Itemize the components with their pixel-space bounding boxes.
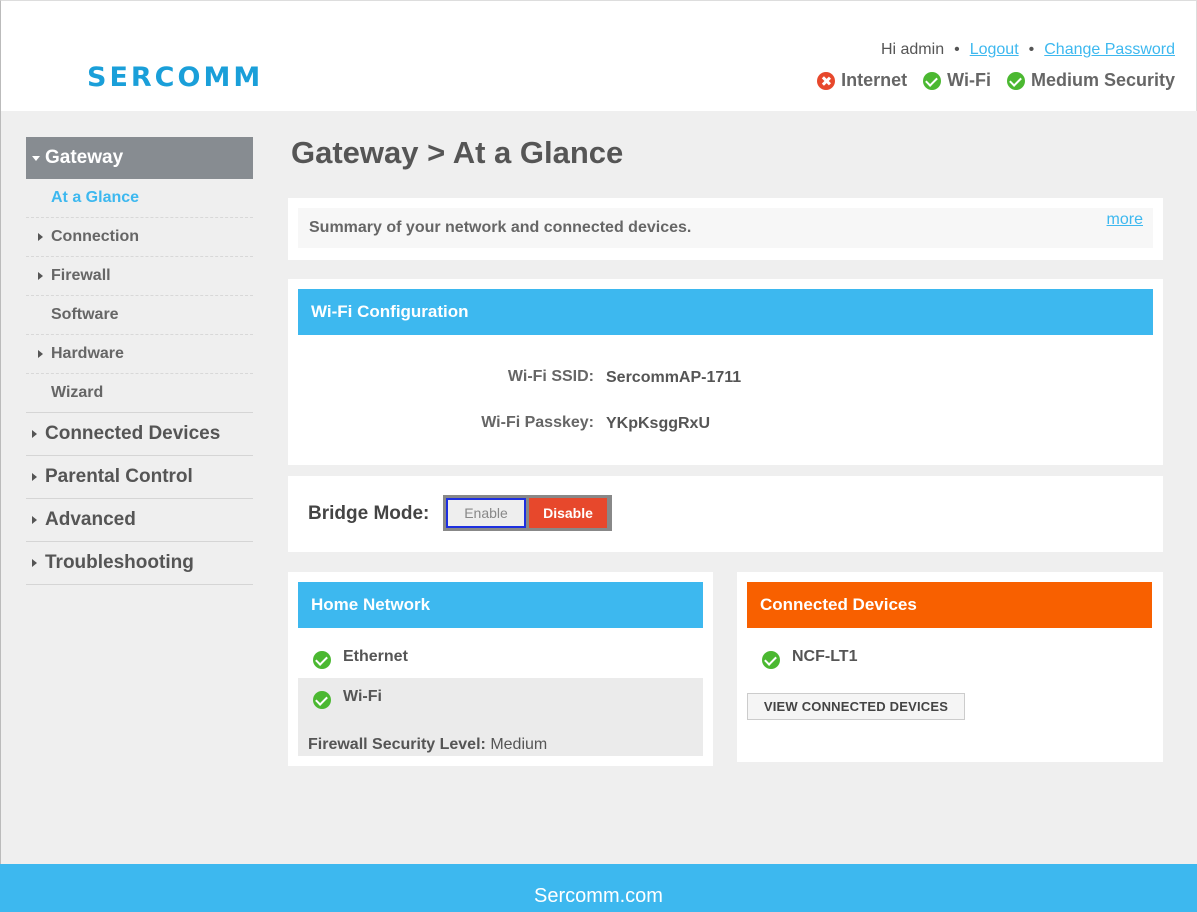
status-security-label: Medium Security <box>1030 70 1175 90</box>
caret-right-icon <box>32 430 37 438</box>
sidebar-subitem-firewall[interactable]: Firewall <box>26 257 253 296</box>
check-icon <box>1006 71 1025 90</box>
sidebar-item-label: Connected Devices <box>45 423 221 444</box>
sidebar-subitem-label: Firewall <box>51 267 111 284</box>
enable-button[interactable]: Enable <box>446 498 526 528</box>
sidebar-subitem-label: Software <box>51 306 119 323</box>
wifi-passkey-label: Wi-Fi Passkey: <box>481 414 594 431</box>
sidebar: Gateway At a Glance Connection Firewall … <box>26 137 253 585</box>
page-title: Gateway > At a Glance <box>291 135 624 170</box>
disable-button[interactable]: Disable <box>529 498 607 528</box>
caret-right-icon <box>32 559 37 567</box>
sidebar-subitem-hardware[interactable]: Hardware <box>26 335 253 374</box>
sidebar-item-label: Advanced <box>45 509 136 530</box>
device-name: NCF-LT1 <box>792 648 858 665</box>
summary-panel: Summary of your network and connected de… <box>298 208 1153 248</box>
page-border <box>0 111 1 864</box>
view-connected-devices-button[interactable]: VIEW CONNECTED DEVICES <box>747 693 965 720</box>
wifi-config-header: Wi-Fi Configuration <box>298 289 1153 335</box>
status-wifi: Wi-Fi <box>923 70 991 91</box>
check-icon <box>313 651 331 669</box>
separator: • <box>954 41 960 58</box>
wifi-ssid-label: Wi-Fi SSID: <box>507 368 594 385</box>
sidebar-subitem-connection[interactable]: Connection <box>26 218 253 257</box>
wifi-config-card: Wi-Fi Configuration Wi-Fi SSID: SercommA… <box>288 279 1163 465</box>
sidebar-subitem-label: Hardware <box>51 345 124 362</box>
caret-right-icon <box>38 272 43 280</box>
caret-right-icon <box>38 233 43 241</box>
caret-right-icon <box>32 473 37 481</box>
sidebar-item-advanced[interactable]: Advanced <box>26 499 253 542</box>
status-security: Medium Security <box>1006 70 1175 91</box>
status-wifi-label: Wi-Fi <box>947 70 991 90</box>
more-link[interactable]: more <box>1107 211 1143 229</box>
sidebar-subitem-at-a-glance[interactable]: At a Glance <box>26 179 253 218</box>
firewall-level-label: Firewall Security Level: <box>308 736 486 753</box>
sidebar-item-label: Troubleshooting <box>45 552 194 573</box>
sidebar-subitem-label: Connection <box>51 228 139 245</box>
connected-devices-card: Connected Devices NCF-LT1 VIEW CONNECTED… <box>737 572 1163 762</box>
user-row: Hi admin • Logout • Change Password <box>881 41 1175 59</box>
bridge-mode-toggle: Enable Disable <box>443 495 612 531</box>
bridge-mode-label: Bridge Mode: <box>308 503 430 524</box>
sidebar-item-connected-devices[interactable]: Connected Devices <box>26 413 253 456</box>
footer: Sercomm.com <box>0 864 1197 912</box>
status-row: Internet Wi-Fi Medium Security <box>817 70 1175 91</box>
status-internet-label: Internet <box>841 70 908 90</box>
sidebar-subitem-label: At a Glance <box>51 189 140 206</box>
home-network-card: Home Network Ethernet Wi-Fi Firewall Sec… <box>288 572 713 766</box>
logout-link[interactable]: Logout <box>970 41 1019 59</box>
wifi-ssid-value: SercommAP-1711 <box>606 369 742 386</box>
error-icon <box>817 71 836 90</box>
greeting: Hi admin <box>880 41 945 58</box>
sercomm-logo[interactable]: SERCOMM <box>87 64 263 91</box>
summary-text: Summary of your network and connected de… <box>309 219 692 236</box>
caret-down-icon <box>32 155 40 161</box>
footer-link[interactable]: Sercomm.com <box>534 885 663 907</box>
connected-devices-header: Connected Devices <box>747 582 1152 628</box>
caret-right-icon <box>38 350 43 358</box>
firewall-level-value: Medium <box>490 736 548 753</box>
bridge-mode-card: Bridge Mode: Enable Disable <box>288 476 1163 552</box>
status-internet: Internet <box>817 70 907 91</box>
sidebar-item-label: Parental Control <box>45 466 193 487</box>
header: SERCOMM Hi admin • Logout • Change Passw… <box>0 0 1197 111</box>
ethernet-label: Ethernet <box>343 648 408 665</box>
sidebar-item-gateway[interactable]: Gateway <box>26 137 253 179</box>
check-icon <box>923 71 942 90</box>
sidebar-subitem-software[interactable]: Software <box>26 296 253 335</box>
change-password-link[interactable]: Change Password <box>1044 41 1175 59</box>
sidebar-item-troubleshooting[interactable]: Troubleshooting <box>26 542 253 585</box>
caret-right-icon <box>32 516 37 524</box>
separator: • <box>1028 41 1035 58</box>
sidebar-subitem-label: Wizard <box>51 384 104 401</box>
logo-text: SERCOMM <box>87 62 264 93</box>
sidebar-subitem-wizard[interactable]: Wizard <box>26 374 253 413</box>
sidebar-item-label: Gateway <box>45 147 124 168</box>
sidebar-item-parental-control[interactable]: Parental Control <box>26 456 253 499</box>
check-icon <box>313 691 331 709</box>
summary-card: Summary of your network and connected de… <box>288 198 1163 260</box>
firewall-security-level: Firewall Security Level: Medium <box>308 736 547 754</box>
wifi-passkey-value: YKpKsggRxU <box>606 415 711 432</box>
wifi-label: Wi-Fi <box>343 688 382 705</box>
home-network-header: Home Network <box>298 582 703 628</box>
check-icon <box>762 651 780 669</box>
